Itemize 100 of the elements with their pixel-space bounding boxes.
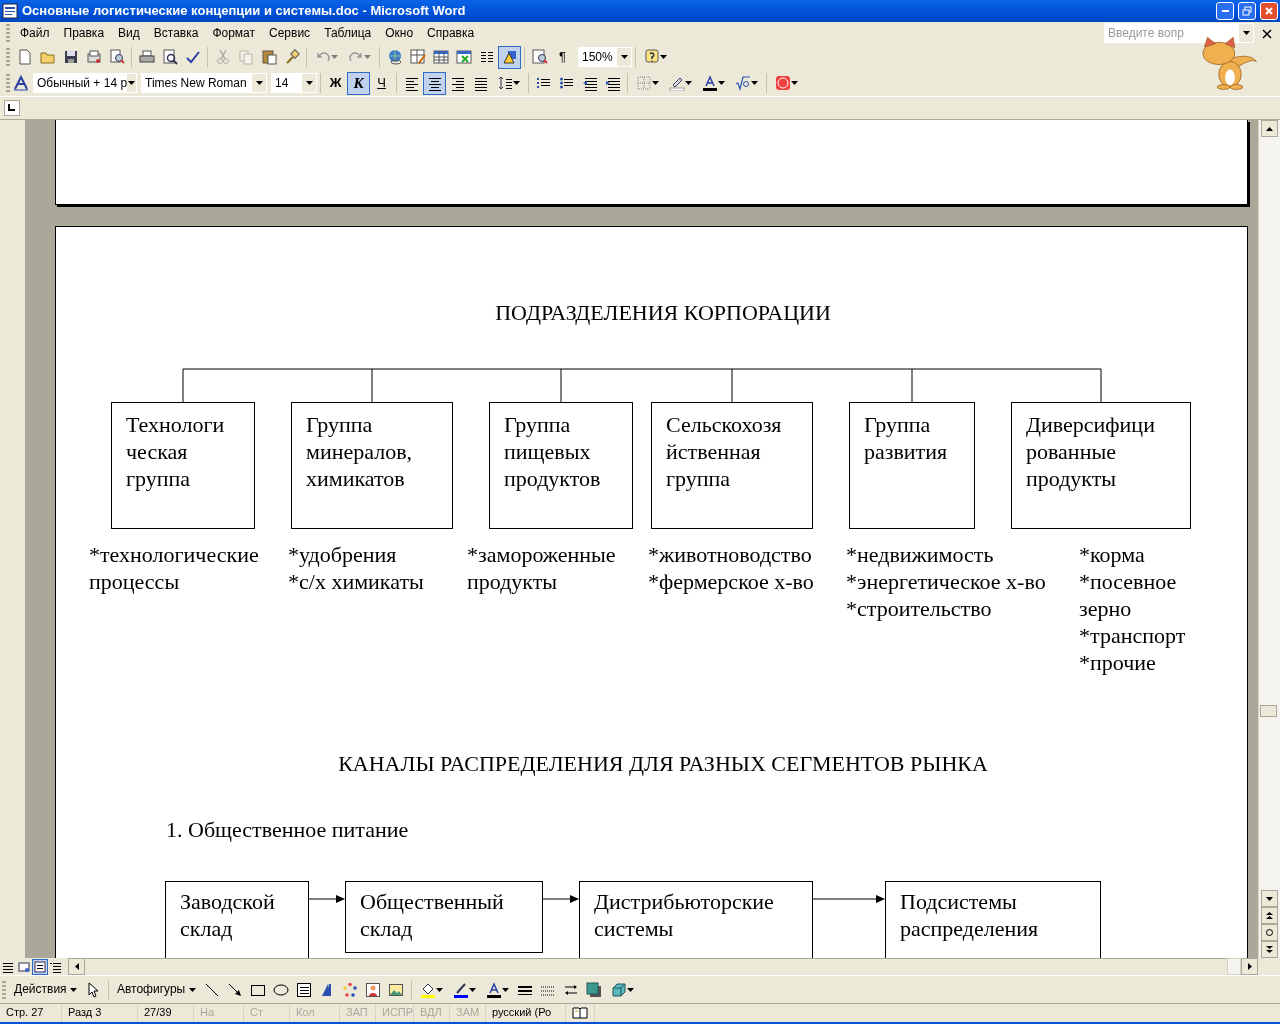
indent-icon (604, 75, 621, 91)
status-field: ЗАП (340, 1004, 376, 1022)
question-icon (644, 49, 660, 65)
right-arrow-icon (1245, 962, 1254, 971)
status-field: Ст (244, 1004, 290, 1022)
division-box: Группа пищевых продуктов (489, 402, 633, 529)
menu-item[interactable]: Таблица (317, 23, 379, 43)
book-icon (572, 1005, 588, 1021)
tab-stop-selector[interactable] (4, 100, 20, 116)
show-formatting-button[interactable]: ¶ (551, 45, 574, 69)
globe-icon (386, 49, 403, 65)
scroll-right-button[interactable] (1241, 958, 1258, 975)
caret-icon (718, 81, 725, 85)
caret-icon (626, 987, 634, 992)
check-mark-icon (184, 49, 201, 65)
minimize-button[interactable] (1216, 2, 1234, 20)
menu-item[interactable]: Справка (420, 23, 482, 43)
caret-icon (188, 988, 196, 993)
table-icon (432, 49, 449, 65)
restore-button[interactable] (1238, 2, 1256, 20)
division-box: Диверсифици рованные продукты (1011, 402, 1191, 529)
underline-button[interactable]: Ч (370, 71, 393, 95)
caret-icon (501, 987, 509, 992)
note-text: *животноводство (648, 541, 812, 568)
actions-menu-button[interactable]: Действия (9, 979, 82, 1000)
scroll-left-button[interactable] (68, 958, 85, 975)
note-text: *удобрения (288, 541, 397, 568)
bulleted-list-icon (558, 75, 575, 91)
help-placeholder: Введите вопр (1108, 25, 1184, 41)
caret-icon (620, 55, 628, 59)
toolbar-grip[interactable] (6, 74, 10, 92)
caret-icon (331, 55, 338, 59)
menu-item[interactable]: Файл (13, 23, 57, 43)
page-magnifier-icon (161, 49, 178, 65)
caret-icon (660, 55, 667, 59)
italic-button[interactable]: К (347, 71, 370, 95)
landscape-icon (388, 981, 405, 998)
spreadsheet-icon (455, 49, 472, 65)
toolbar-grip[interactable] (6, 24, 10, 42)
menu-item[interactable]: Правка (56, 23, 112, 43)
toolbar-grip[interactable] (2, 980, 6, 999)
menu-item[interactable]: Формат (205, 23, 263, 43)
justify-icon (472, 75, 489, 91)
columns-icon (478, 49, 495, 65)
scroll-up-button[interactable] (1261, 120, 1278, 137)
window-title: Основные логистические концепции и системы.doc - Microsoft Word (22, 3, 466, 19)
status-field: Стр. 27 (0, 1004, 62, 1022)
document-icon (85, 49, 102, 65)
status-field: На (194, 1004, 244, 1022)
flow-arrow (543, 894, 579, 904)
double-down-arrow-icon (1265, 945, 1274, 954)
menu-item[interactable]: Окно (378, 23, 421, 43)
menu-item[interactable]: Сервис (262, 23, 318, 43)
browse-object-button[interactable] (1261, 924, 1278, 941)
status-field: русский (Ро (486, 1004, 566, 1022)
drawing-button[interactable] (498, 45, 521, 69)
line-icon (204, 981, 221, 998)
menu-item[interactable]: Вид (111, 23, 147, 43)
caret-icon (255, 81, 263, 85)
left-arrow-icon (72, 962, 81, 971)
autoshapes-menu-button[interactable]: Автофигуры (111, 979, 201, 1000)
scroll-thumb[interactable] (1227, 958, 1241, 975)
scroll-down-button[interactable] (1261, 890, 1278, 907)
previous-page-button[interactable] (1261, 907, 1278, 924)
page-layout-icon (33, 959, 47, 974)
dots-circle-icon (342, 981, 359, 998)
document-app-icon (2, 3, 18, 19)
page-magnifier-icon (108, 49, 125, 65)
styles-icon (13, 75, 29, 91)
circle-icon (1265, 928, 1274, 937)
page-magnifier-icon (531, 49, 548, 65)
next-page-button[interactable] (1261, 941, 1278, 958)
font-dropdown[interactable]: Times New Roman (141, 73, 267, 93)
pages-icon (237, 49, 254, 65)
close-button[interactable] (1260, 2, 1278, 20)
print-layout-button[interactable] (32, 958, 48, 975)
menu-item[interactable]: Вставка (146, 23, 206, 43)
line-spacing-icon (497, 75, 513, 91)
caret-icon (685, 81, 692, 85)
scroll-thumb[interactable] (1260, 705, 1277, 717)
style-dropdown[interactable]: Обычный + 14 р (33, 73, 137, 93)
round-badge-icon (775, 75, 791, 91)
bold-button[interactable]: Ж (324, 71, 347, 95)
caret-icon (435, 987, 443, 992)
status-field: Разд 3 (62, 1004, 138, 1022)
note-text: *недвижимость (846, 541, 994, 568)
caret-icon (364, 55, 371, 59)
drawing-shapes-icon (501, 49, 518, 65)
toolbar-grip[interactable] (6, 48, 10, 66)
flow-arrow (309, 894, 345, 904)
caret-icon (1242, 31, 1250, 35)
align-right-icon (449, 75, 466, 91)
restore-icon (1242, 6, 1252, 16)
status-field: 27/39 (138, 1004, 194, 1022)
division-box: Технологи ческая группа (111, 402, 255, 529)
font-size-dropdown[interactable]: 14 (271, 73, 317, 93)
center-button[interactable] (423, 71, 446, 95)
zoom-dropdown[interactable]: 150% (578, 47, 632, 67)
up-arrow-icon (1265, 124, 1274, 133)
brush-icon (452, 981, 469, 998)
